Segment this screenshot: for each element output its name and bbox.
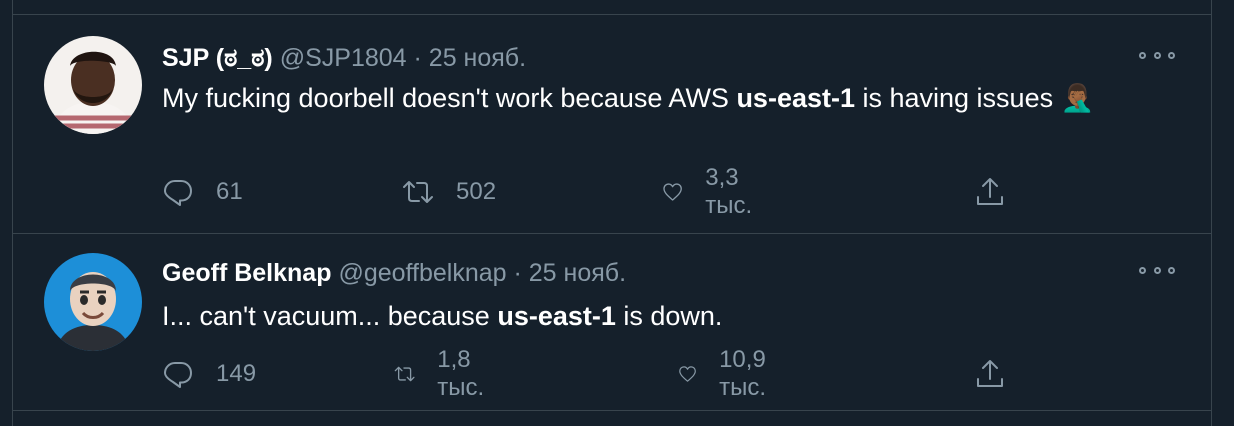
tweet[interactable]: Geoff Belknap @geoffbelknap · 25 нояб. I… <box>13 234 1211 410</box>
divider <box>13 410 1211 411</box>
separator-dot: · <box>413 44 422 72</box>
retweet-button[interactable]: 502 <box>402 172 496 212</box>
avatar[interactable] <box>44 253 142 351</box>
retweet-icon <box>394 366 415 382</box>
share-icon <box>977 178 1003 205</box>
like-count: 3,3 тыс. <box>705 164 753 219</box>
like-button[interactable]: 10,9 тыс. <box>678 346 779 401</box>
reply-icon <box>164 180 192 206</box>
reply-button[interactable]: 61 <box>162 172 243 212</box>
retweet-button[interactable]: 1,8 тыс. <box>394 346 495 401</box>
like-button[interactable]: 3,3 тыс. <box>662 164 763 219</box>
retweet-icon <box>403 181 433 203</box>
author-name[interactable]: SJP (ಠ_ಠ) <box>162 44 273 72</box>
more-icon[interactable] <box>1139 43 1175 67</box>
tweet-text-bold: us-east-1 <box>736 83 855 113</box>
tweet-text-part: is having issues <box>854 83 1061 113</box>
author-name[interactable]: Geoff Belknap <box>162 259 331 287</box>
tweet-date[interactable]: 25 нояб. <box>429 44 526 72</box>
timeline: SJP (ಠ_ಠ) @SJP1804 · 25 нояб. My fucking… <box>12 0 1212 426</box>
tweet-text-bold: us-east-1 <box>497 301 616 331</box>
share-button[interactable] <box>974 172 1006 212</box>
tweet-text-part: My fucking doorbell doesn't work because… <box>162 83 737 113</box>
reply-count: 61 <box>216 178 243 205</box>
reply-count: 149 <box>216 360 257 387</box>
share-button[interactable] <box>974 354 1006 394</box>
retweet-count: 502 <box>456 178 497 205</box>
facepalm-emoji: 🤦🏾‍♂️ <box>1060 83 1095 113</box>
tweet-header: Geoff Belknap @geoffbelknap · 25 нояб. <box>162 258 626 288</box>
tweet-date[interactable]: 25 нояб. <box>529 259 626 287</box>
separator-dot: · <box>513 259 522 287</box>
tweet-text-part: is down. <box>615 301 723 331</box>
reply-button[interactable]: 149 <box>162 354 256 394</box>
reply-icon <box>164 362 192 388</box>
author-handle[interactable]: @SJP1804 <box>280 44 407 72</box>
more-icon[interactable] <box>1139 258 1175 282</box>
like-icon <box>679 366 696 382</box>
author-handle[interactable]: @geoffbelknap <box>338 259 506 287</box>
tweet-text-part: I... can't vacuum... because <box>162 301 498 331</box>
share-icon <box>977 360 1003 387</box>
tweet-text: I... can't vacuum... because us-east-1 i… <box>162 297 1122 335</box>
like-icon <box>663 183 682 201</box>
tweet-header: SJP (ಠ_ಠ) @SJP1804 · 25 нояб. <box>162 43 526 73</box>
retweet-count: 1,8 тыс. <box>437 346 485 401</box>
like-count: 10,9 тыс. <box>719 346 766 401</box>
tweet-text: My fucking doorbell doesn't work because… <box>162 79 1122 117</box>
avatar[interactable] <box>44 36 142 134</box>
tweet[interactable]: SJP (ಠ_ಠ) @SJP1804 · 25 нояб. My fucking… <box>13 15 1211 233</box>
